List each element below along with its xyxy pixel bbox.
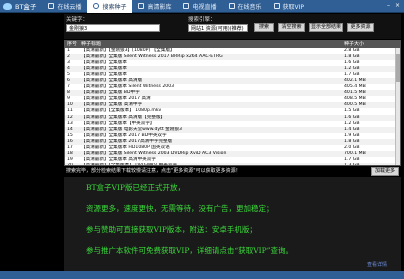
status-text: 搜索完毕，部分检索结果下载较慢请注意，点击"更多资源"可以获取更多资源！	[64, 167, 401, 176]
row-title: 【高清最新】【全集版本】 DVD-MKV 中英双字	[81, 162, 178, 166]
table-body: 1 【高清最新】【金刚狼3】[1080P] 【全集版】 2.8 GB 2 【高清最新】全…	[65, 48, 400, 166]
header-size: 种子大小	[344, 41, 365, 47]
vip-promo-panel: BT盒子VIP版已经正式开放， 资源更多，速度更快，无需等待，没有广告，更加稳定…	[64, 177, 401, 271]
tab-get-vip[interactable]: 获取VIP	[268, 0, 311, 13]
close-icon[interactable]: ×	[394, 2, 401, 9]
header-title: 种子标题	[81, 41, 102, 47]
row-number: 20	[67, 162, 73, 166]
tab-label: 在线云播	[57, 3, 82, 11]
promo-line: BT盒子VIP版已经正式开放，	[86, 183, 185, 192]
source-select[interactable]: 网站1 资源(可用)(推荐)	[188, 24, 248, 32]
tab-tv-live[interactable]: 电视直播	[177, 0, 222, 13]
film-icon	[138, 3, 145, 9]
table-scrollbar[interactable]	[395, 48, 400, 165]
search-icon	[93, 3, 100, 9]
bottom-bar	[0, 271, 404, 279]
search-panel: 关键字： 金刚狼3 搜索引擎： 网站1 资源(可用)(推荐) 搜索 清空搜索 显…	[64, 14, 401, 39]
load-more-button[interactable]: 加载更多	[371, 167, 399, 176]
tab-online-music[interactable]: 在线音乐	[223, 0, 268, 13]
source-label: 搜索引擎：	[188, 17, 216, 23]
promo-details-link[interactable]: 查看详情	[367, 261, 387, 268]
minimize-icon[interactable]: –	[385, 2, 392, 9]
table-header: 序号 种子标题 种子大小	[65, 41, 400, 48]
promo-line: 资源更多，速度更快，无需等待，没有广告，更加稳定；	[86, 204, 274, 213]
top-tab-bar: BT盒子 在线云播 搜索种子 高清影库 电视直播 在线音乐 获取VIP – ×	[0, 0, 404, 13]
keyword-label: 关键字：	[66, 17, 89, 23]
tab-search-torrent[interactable]: 搜索种子	[87, 0, 133, 13]
vip-icon	[273, 3, 280, 9]
play-icon	[48, 3, 55, 9]
cloud-icon	[3, 2, 12, 10]
scrollbar-thumb[interactable]	[396, 54, 400, 82]
table-row[interactable]: 20 【高清最新】【全集版本】 DVD-MKV 中英双字 1.3 GB	[65, 162, 400, 166]
tab-label: 获取VIP	[282, 3, 305, 11]
tab-label: 高清影库	[147, 3, 172, 11]
app-title: BT盒子	[15, 3, 37, 11]
header-no: 序号	[67, 41, 78, 47]
results-table: 序号 种子标题 种子大小 1 【高清最新】【金刚狼3】[1080P] 【全集版】 2…	[64, 40, 401, 166]
tab-hd-library[interactable]: 高清影库	[132, 0, 177, 13]
keyword-input[interactable]: 金刚狼3	[66, 24, 160, 32]
music-icon	[228, 3, 235, 9]
tab-label: 电视直播	[192, 3, 217, 11]
search-button[interactable]: 搜索	[254, 23, 274, 32]
show-all-results-button[interactable]: 显示全部结果	[309, 23, 343, 32]
promo-line: 参与赞助可直接获取VIP版本，附送：安卓手机版；	[86, 225, 257, 234]
tab-label: 在线音乐	[237, 3, 262, 11]
promo-line: 参与推广本软件可免费获取VIP，详细请点击“获取VIP”查询。	[86, 246, 294, 255]
clear-search-button[interactable]: 清空搜索	[278, 23, 305, 32]
row-size: 1.3 GB	[344, 162, 360, 166]
more-resources-button[interactable]: 更多资源	[347, 23, 374, 32]
window-controls: – ×	[383, 2, 401, 9]
tab-online-play[interactable]: 在线云播	[42, 0, 87, 13]
app-logo: BT盒子	[0, 0, 42, 13]
tv-icon	[183, 3, 190, 9]
tab-label: 搜索种子	[102, 3, 127, 11]
